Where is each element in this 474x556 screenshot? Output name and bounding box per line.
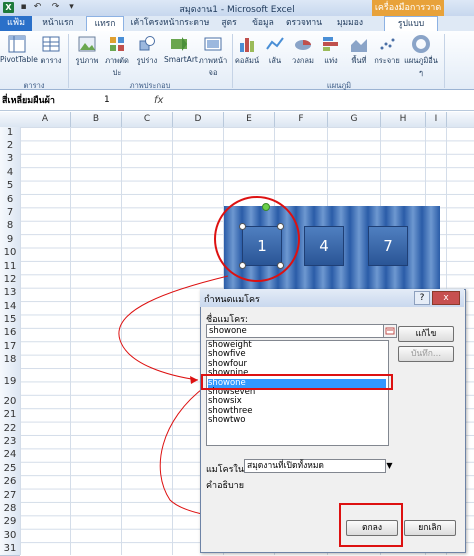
list-item[interactable]: showtwo [208,415,245,425]
red-box-annotation [201,374,393,390]
macro-name-input[interactable]: showone [206,324,385,338]
edit-button[interactable]: แก้ไข [398,326,454,342]
macros-in-label: แมโครใน: [206,465,248,475]
collapse-dialog-icon[interactable] [383,324,397,338]
help-button[interactable]: ? [414,291,430,305]
macros-in-select[interactable]: สมุดงานที่เปิดทั้งหมด [244,459,386,473]
chevron-down-icon[interactable]: ▼ [384,460,395,472]
dialog-title: กำหนดแมโคร [204,295,260,305]
description-label: คำอธิบาย [206,481,245,491]
cancel-button[interactable]: ยกเลิก [404,520,456,536]
record-button[interactable]: บันทึก... [398,346,454,362]
close-button[interactable]: x [432,291,460,305]
ok-button[interactable]: ตกลง [346,520,398,536]
